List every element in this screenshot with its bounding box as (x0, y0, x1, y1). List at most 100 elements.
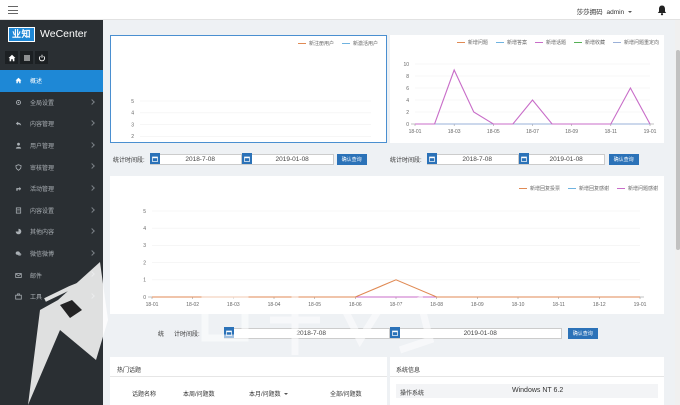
end-date-value: 2019-01-08 (463, 329, 497, 337)
sidebar-item-9[interactable]: 邮件 (0, 264, 103, 286)
start-date-input[interactable]: 2018-7-08 (426, 153, 519, 165)
sidebar-item-label: 概述 (30, 79, 43, 86)
sidebar-item-7[interactable]: 其他内容 (0, 221, 103, 243)
power-icon (38, 54, 45, 61)
confirm-query-button[interactable]: 确认查询 (567, 327, 598, 339)
chevron-right-icon (89, 293, 95, 299)
header-week-count[interactable]: 本周/问题数 (183, 389, 215, 398)
header-month-count[interactable]: 本月/问题数 (249, 389, 289, 398)
page-scrollbar[interactable] (675, 20, 680, 405)
user-menu[interactable]: 莎莎拥码 admin (577, 6, 632, 16)
sidebar-item-5[interactable]: 活动管理 (0, 178, 103, 200)
logo-text: WeCenter (40, 28, 88, 40)
list-quick-button[interactable] (20, 51, 33, 64)
date-filter-questions: 统计时间段: 2018-7-08 2019-01-08 确认查询 (390, 153, 639, 165)
menu-toggle-icon[interactable] (8, 6, 18, 14)
series-line (152, 279, 640, 298)
end-date-input[interactable]: 2019-01-08 (389, 327, 562, 339)
x-tick-label: 18-05 (487, 129, 500, 135)
chevron-right-icon (89, 185, 95, 191)
mail-icon (15, 272, 22, 279)
sidebar-item-label: 工具 (30, 295, 43, 302)
start-date-input[interactable]: 2018-7-08 (223, 327, 390, 339)
question-chart: 0 2 4 6 8 10 18-01 18-03 18-05 18-07 18-09 18-11 19-… (403, 62, 656, 135)
chevron-right-icon (89, 249, 95, 256)
divider (110, 376, 387, 377)
y-tick-label: 1 (143, 278, 146, 284)
x-tick-label: 18-08 (430, 302, 443, 308)
user-chart-panel: 新注册用户新激活用户 01234518-0118-0318-0518-0718-… (110, 35, 387, 143)
sidebar-item-6[interactable]: 内容设置 (0, 200, 103, 222)
filter-label: 统计时间段: (113, 157, 145, 164)
calendar-icon[interactable] (241, 153, 252, 164)
confirm-query-button[interactable]: 确认查询 (336, 153, 367, 165)
chevron-right-icon (89, 120, 95, 127)
end-date-value: 2019-01-08 (549, 155, 583, 163)
system-info-panel: 系统信息 操作系统 Windows NT 6.2 (390, 357, 664, 405)
sidebar-item-3[interactable]: 用户管理 (0, 135, 103, 157)
logo[interactable]: 业知 WeCenter (8, 26, 88, 42)
x-tick-label: 18-01 (409, 129, 422, 135)
sidebar-item-label: 内容管理 (30, 122, 55, 129)
user-chart: 01234518-0118-0318-0518-0718-0918-1119-0… (131, 99, 371, 140)
sidebar-item-8[interactable]: 微信微博 (0, 243, 103, 265)
x-tick-label: 19-01 (634, 302, 647, 308)
hot-topics-panel: 热门话题 话题名称 本周/问题数 本月/问题数 全部/问题数 (110, 357, 387, 405)
gear-icon (15, 99, 22, 106)
divider (390, 376, 664, 377)
y-tick-label: 0 (406, 122, 409, 128)
sidebar-item-label: 邮件 (30, 273, 43, 280)
bell-icon[interactable] (656, 4, 668, 16)
start-date-input[interactable]: 2018-7-08 (149, 153, 242, 165)
sidebar-item-4[interactable]: 审核管理 (0, 156, 103, 178)
end-date-input[interactable]: 2019-01-08 (241, 153, 334, 165)
sidebar-item-10[interactable]: 工具 (0, 286, 103, 308)
header-total-count[interactable]: 全部/问题数 (330, 389, 362, 398)
start-date-value: 2018-7-08 (296, 329, 326, 337)
sidebar-menu: 概述全局设置内容管理用户管理 审核管理活动管理内容设置 其他内容 微信微博邮件工具 (0, 70, 103, 308)
system-info-title: 系统信息 (396, 368, 421, 374)
y-tick-label: 3 (143, 243, 146, 249)
start-date-value: 2018-7-08 (462, 155, 492, 163)
y-tick-label: 4 (143, 226, 146, 232)
reply-chart-panel: 新增回复投票 新增回复感谢 新增问题感谢 0 1 2 3 4 5 18-01 18-02 18-03… (110, 176, 664, 314)
chevron-right-icon (89, 228, 95, 234)
file-icon (15, 207, 22, 214)
x-tick-label: 18-10 (512, 302, 525, 308)
calendar-icon[interactable] (389, 327, 400, 338)
calendar-icon[interactable] (149, 153, 160, 164)
hot-topics-title: 热门话题 (117, 368, 142, 374)
header-month-count-label: 本月/问题数 (249, 392, 281, 398)
x-tick-label: 18-09 (471, 302, 484, 308)
end-date-input[interactable]: 2019-01-08 (518, 153, 605, 165)
x-tick-label: 18-04 (268, 302, 281, 308)
user-name: 莎莎拥码 (576, 9, 603, 16)
tool-icon (15, 293, 22, 300)
x-tick-label: 18-06 (349, 302, 362, 308)
series-line (415, 68, 651, 125)
home-icon (15, 77, 22, 84)
x-tick-label: 18-12 (593, 302, 606, 308)
y-tick-label: 2 (131, 134, 134, 140)
header-topic-name: 话题名称 (132, 392, 157, 398)
sidebar-item-1[interactable]: 全局设置 (0, 92, 103, 114)
calendar-icon[interactable] (518, 153, 529, 164)
y-tick-label: 0 (143, 295, 146, 301)
chevron-right-icon (89, 141, 95, 148)
x-tick-label: 18-01 (146, 302, 159, 308)
x-tick-label: 18-03 (227, 302, 240, 308)
sidebar-item-2[interactable]: 内容管理 (0, 113, 103, 135)
calendar-icon[interactable] (223, 327, 234, 338)
user-icon (15, 142, 22, 149)
sidebar-item-label: 活动管理 (30, 187, 55, 194)
top-bar: 莎莎拥码 admin (0, 0, 680, 20)
scrollbar-thumb[interactable] (675, 50, 680, 250)
calendar-icon[interactable] (426, 153, 437, 164)
y-tick-label: 10 (403, 62, 409, 68)
wechat-icon (15, 250, 22, 257)
power-quick-button[interactable] (35, 51, 48, 64)
system-info-row: 操作系统 Windows NT 6.2 (396, 384, 658, 398)
confirm-query-button[interactable]: 确认查询 (608, 153, 639, 165)
sidebar-item-0[interactable]: 概述 (0, 70, 103, 92)
home-quick-button[interactable] (5, 51, 18, 64)
